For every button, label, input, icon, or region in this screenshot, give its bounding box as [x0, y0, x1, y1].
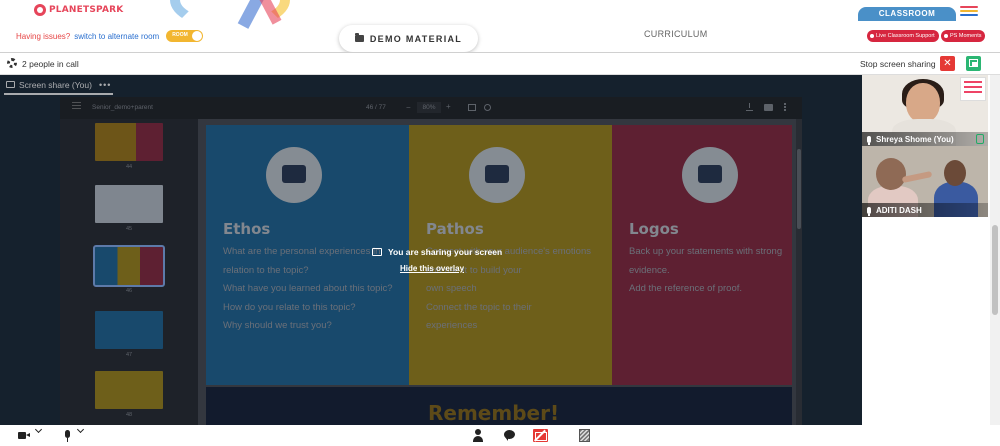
participants-icon[interactable]	[472, 429, 484, 442]
room-toggle-label: ROOM	[172, 32, 188, 38]
menu-bar	[960, 10, 978, 12]
mic-options-chevron-icon[interactable]	[76, 425, 85, 434]
logo-text: PLANETSPARK	[49, 5, 124, 15]
curriculum-tab[interactable]: CURRICULUM	[644, 29, 708, 39]
participant-panel: Shreya Shome (You) ADITI DASH	[862, 75, 990, 425]
alternate-room-row: Having issues? switch to alternate room …	[16, 30, 204, 42]
raise-hand-icon[interactable]	[976, 134, 984, 144]
video-person	[944, 160, 966, 186]
chat-icon[interactable]	[504, 429, 516, 442]
wall-poster	[960, 77, 986, 101]
stop-screen-sharing-label: Stop screen sharing	[860, 59, 936, 69]
poster-line	[964, 86, 982, 88]
screen-share-icon	[372, 248, 382, 256]
menu-bar	[960, 6, 978, 8]
room-toggle[interactable]: ROOM	[166, 30, 204, 42]
video-person	[906, 83, 940, 123]
menu-bar	[960, 14, 978, 16]
hamburger-menu-icon[interactable]	[960, 6, 978, 18]
live-classroom-support-button[interactable]: Live Classroom Support	[867, 30, 939, 42]
camera-icon[interactable]	[18, 429, 30, 442]
app-header: PLANETSPARK Having issues? switch to alt…	[0, 0, 1000, 52]
page-scrollbar[interactable]	[990, 75, 1000, 425]
poster-line	[964, 81, 982, 83]
folder-icon	[354, 33, 364, 42]
screen-share-area: Screen share (You) ••• Senior_demo+paren…	[0, 75, 862, 425]
planetspark-logo[interactable]: PLANETSPARK	[34, 4, 123, 16]
ps-moments-button[interactable]: PS Moments	[941, 30, 986, 42]
call-bar: 2 people in call Stop screen sharing ✕	[0, 53, 1000, 75]
people-in-call-count: 2 people in call	[22, 59, 79, 69]
pip-icon[interactable]	[966, 56, 981, 71]
call-controls	[0, 425, 1000, 446]
classroom-tab[interactable]: CLASSROOM	[858, 7, 956, 21]
participant-name: Shreya Shome (You)	[876, 134, 954, 144]
participant-tile[interactable]: Shreya Shome (You)	[862, 75, 988, 146]
participant-name-tag: Shreya Shome (You)	[862, 132, 988, 146]
video-person	[876, 158, 906, 190]
demo-material-button[interactable]: DEMO MATERIAL	[339, 25, 478, 52]
microphone-icon[interactable]	[62, 429, 72, 442]
poster-line	[964, 91, 982, 93]
gear-icon[interactable]	[7, 58, 17, 68]
switch-room-link[interactable]: switch to alternate room	[74, 32, 159, 41]
hide-overlay-link[interactable]: Hide this overlay	[400, 264, 464, 273]
mic-icon	[867, 206, 871, 216]
camera-options-chevron-icon[interactable]	[34, 425, 43, 434]
issue-text: Having issues?	[16, 31, 71, 41]
sharing-message-text: You are sharing your screen	[388, 247, 503, 257]
participant-name-tag: ADITI DASH	[862, 203, 988, 217]
stop-share-icon[interactable]	[533, 429, 548, 442]
demo-material-label: DEMO MATERIAL	[369, 33, 463, 44]
classroom-app: PLANETSPARK Having issues? switch to alt…	[0, 0, 1000, 446]
stop-sharing-close-button[interactable]: ✕	[940, 56, 955, 71]
sharing-overlay-message: You are sharing your screen	[372, 247, 502, 257]
scrollbar-thumb[interactable]	[992, 225, 998, 315]
participant-name: ADITI DASH	[876, 205, 922, 215]
logo-mark-icon	[34, 4, 46, 16]
mic-icon	[867, 135, 871, 145]
whiteboard-icon[interactable]	[579, 429, 590, 442]
participant-tile[interactable]: ADITI DASH	[862, 146, 988, 217]
